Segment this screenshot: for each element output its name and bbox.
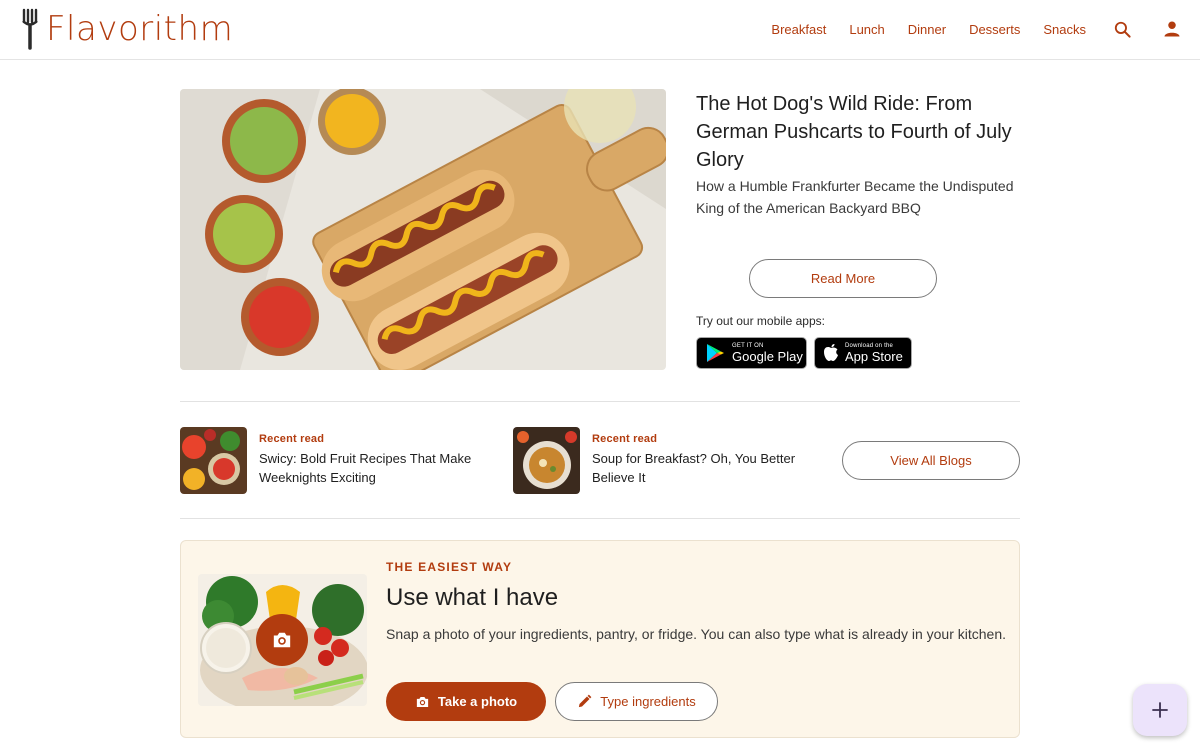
main-nav: Breakfast Lunch Dinner Desserts Snacks [748,0,1200,58]
feature-title[interactable]: The Hot Dog's Wild Ride: From German Pus… [696,90,1016,174]
pencil-icon [579,694,592,708]
recent-read-item[interactable]: Recent read Soup for Breakfast? Oh, You … [513,427,822,494]
type-ingredients-label: Type ingredients [600,694,696,709]
divider-top [180,401,1020,402]
google-play-big-text: Google Play [732,348,803,364]
google-play-badge[interactable]: GET IT ON Google Play [696,337,807,369]
logo[interactable]: Flavorithm [20,8,233,50]
camera-button[interactable] [256,614,308,666]
account-icon[interactable] [1160,17,1184,41]
app-store-badge[interactable]: Download on the App Store [814,337,912,369]
feature-subtitle: How a Humble Frankfurter Became the Undi… [696,178,1014,216]
take-photo-button[interactable]: Take a photo [386,682,546,721]
hot-dog-feature-image[interactable] [180,89,666,370]
site-header: Flavorithm Breakfast Lunch Dinner Desser… [0,0,1200,60]
divider-bottom [180,518,1020,519]
nav-dinner[interactable]: Dinner [908,22,946,37]
search-icon[interactable] [1110,17,1134,41]
plus-icon [1152,702,1168,718]
recent-read-thumbnail[interactable] [513,427,580,494]
camera-icon [416,696,429,707]
apple-icon [824,344,838,361]
use-what-i-have-card: THE EASIEST WAY Use what I have Snap a p… [180,540,1020,738]
recent-read-label: Recent read [592,433,658,445]
recent-read-thumbnail[interactable] [180,427,247,494]
card-eyebrow: THE EASIEST WAY [386,560,513,574]
nav-breakfast[interactable]: Breakfast [771,22,826,37]
recent-read-title[interactable]: Soup for Breakfast? Oh, You Better Belie… [592,449,822,487]
take-photo-label: Take a photo [437,694,518,709]
recent-read-item[interactable]: Recent read Swicy: Bold Fruit Recipes Th… [180,427,489,494]
nav-lunch[interactable]: Lunch [849,22,884,37]
view-all-blogs-button[interactable]: View All Blogs [842,441,1020,480]
feature-article: The Hot Dog's Wild Ride: From German Pus… [696,90,1016,219]
mobile-apps-label: Try out our mobile apps: [696,314,825,328]
ingredients-image [198,574,367,706]
camera-icon [273,632,291,648]
nav-desserts[interactable]: Desserts [969,22,1020,37]
type-ingredients-button[interactable]: Type ingredients [555,682,718,721]
nav-snacks[interactable]: Snacks [1043,22,1086,37]
logo-text: Flavorithm [46,9,234,49]
read-more-button[interactable]: Read More [749,259,937,298]
recent-read-label: Recent read [259,433,325,445]
add-fab-button[interactable] [1133,684,1187,736]
fork-logo-icon [22,8,38,50]
card-description: Snap a photo of your ingredients, pantry… [386,626,1007,642]
card-title: Use what I have [386,584,559,611]
app-store-big-text: App Store [845,348,903,364]
recent-read-title[interactable]: Swicy: Bold Fruit Recipes That Make Week… [259,449,489,487]
google-play-icon [707,344,724,362]
